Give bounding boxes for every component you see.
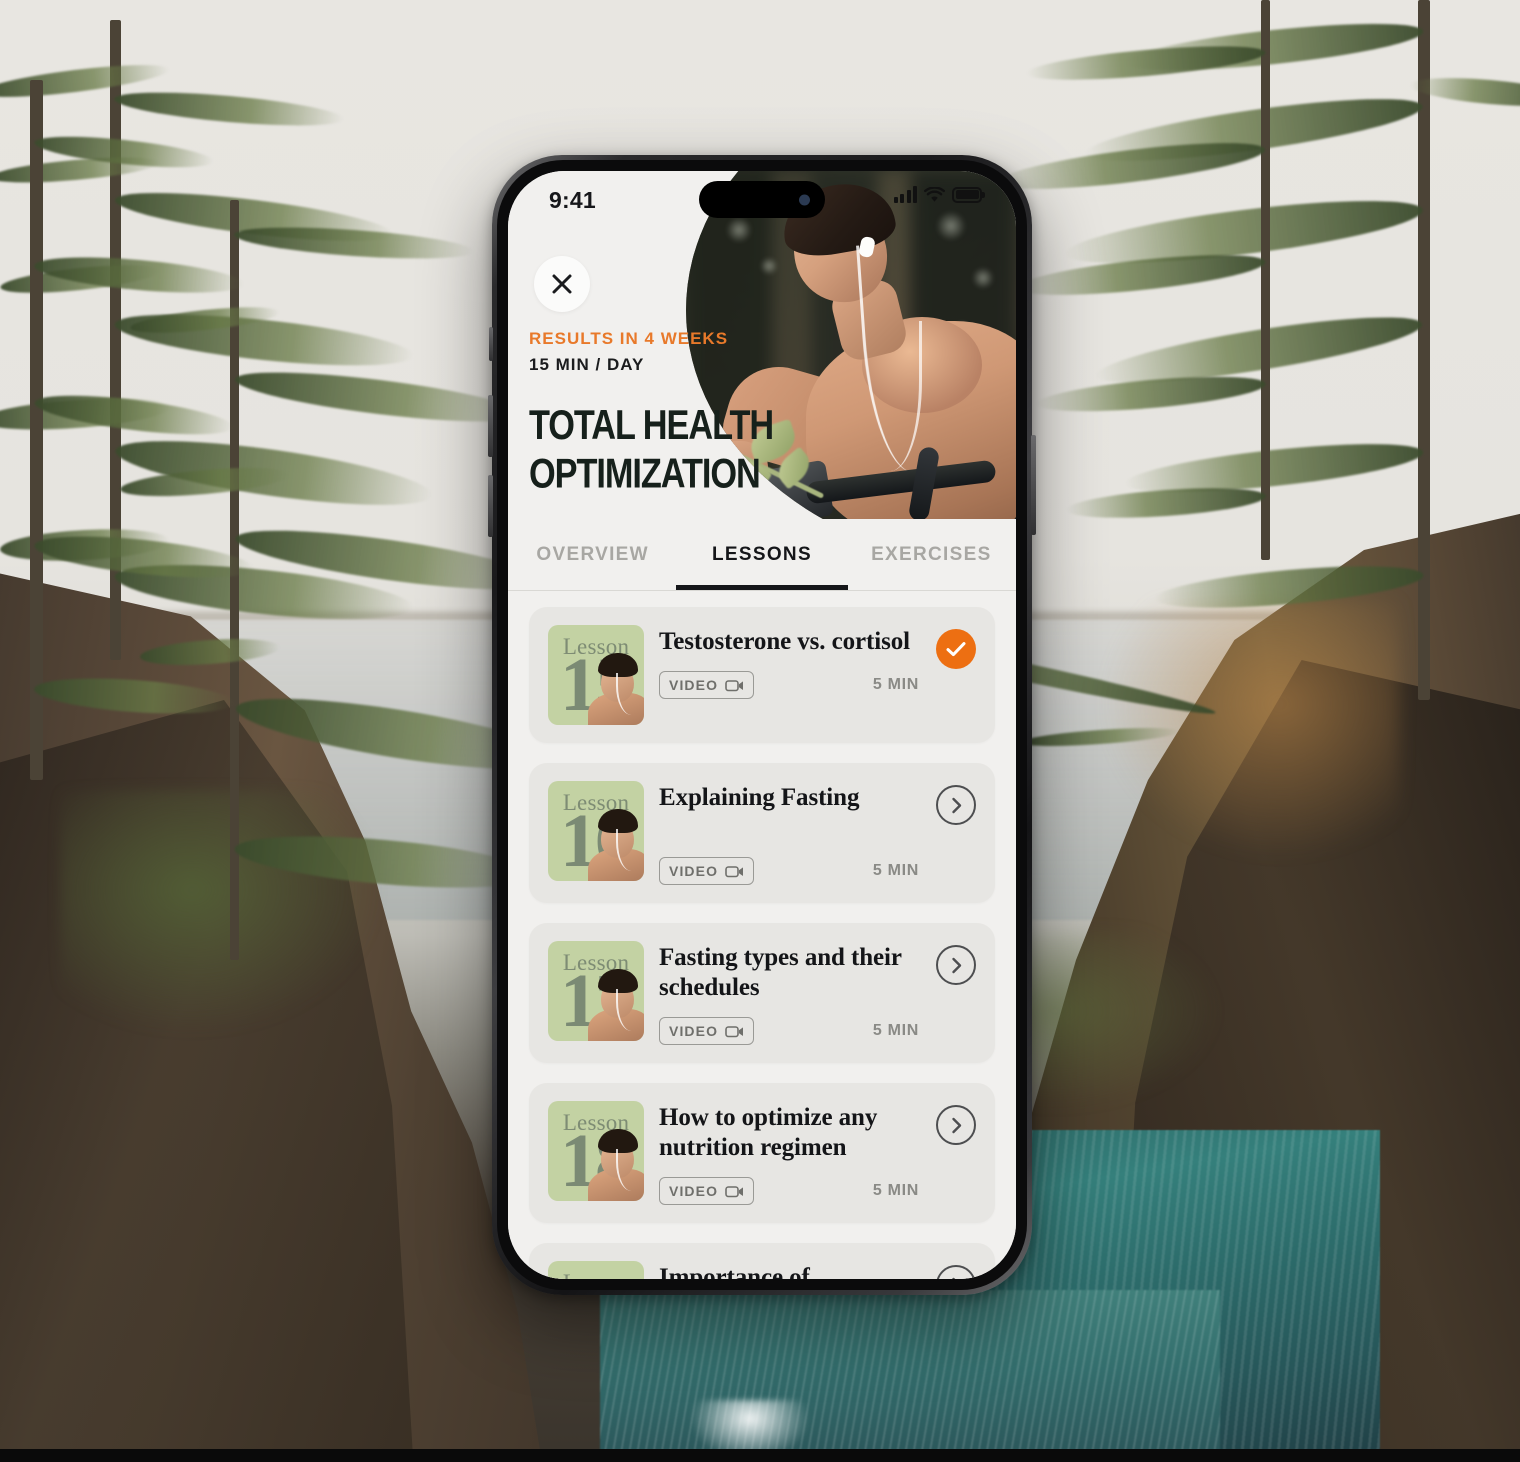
tab-overview[interactable]: OVERVIEW <box>508 519 677 590</box>
lesson-thumb-person <box>588 809 644 881</box>
lesson-card[interactable]: Lesson 18 How to optimize any nutrition … <box>529 1083 995 1223</box>
lesson-meta: VIDEO 5 MIN <box>659 857 921 885</box>
chevron-right-circle-icon[interactable] <box>936 785 976 825</box>
lesson-badge-label: VIDEO <box>669 1023 719 1039</box>
close-x-icon <box>551 273 573 295</box>
hero-subkicker: 15 MIN / DAY <box>529 355 645 374</box>
battery-full-icon <box>952 186 982 203</box>
lesson-thumb-person <box>588 653 644 725</box>
lesson-thumbnail: Lesson <box>548 1261 644 1279</box>
lesson-card-body: Fasting types and their schedules VIDEO <box>659 941 921 1045</box>
lesson-thumb-person <box>588 1129 644 1201</box>
lesson-action[interactable] <box>936 625 976 669</box>
lesson-card-body: How to optimize any nutrition regimen VI… <box>659 1101 921 1205</box>
chevron-right-circle-icon[interactable] <box>936 1265 976 1279</box>
lesson-badge-label: VIDEO <box>669 1183 719 1199</box>
volume-up-button[interactable] <box>488 395 493 457</box>
status-bar: 9:41 <box>508 171 1016 229</box>
lesson-duration: 5 MIN <box>872 862 919 879</box>
lesson-title: Importance of <box>659 1264 810 1279</box>
lesson-type-badge: VIDEO <box>659 857 755 885</box>
lesson-title: How to optimize any nutrition regimen <box>659 1104 878 1161</box>
power-button[interactable] <box>1031 435 1036 535</box>
lesson-thumbnail: Lesson 16 <box>548 781 644 881</box>
phone-bezel: 9:41 RESULTS IN 4 WEEKS 15 MIN / DAY TOT… <box>497 160 1027 1290</box>
lesson-badge-label: VIDEO <box>669 677 719 693</box>
lesson-card-body: Explaining Fasting VIDEO 5 MIN <box>659 781 921 885</box>
lesson-thumbnail: Lesson 18 <box>548 1101 644 1201</box>
lesson-meta: VIDEO 5 MIN <box>659 671 921 699</box>
chevron-right-circle-icon[interactable] <box>936 1105 976 1145</box>
lesson-duration: 5 MIN <box>872 676 919 693</box>
hero-title-line-1: TOTAL HEALTH <box>529 402 774 449</box>
lesson-title: Testosterone vs. cortisol <box>659 628 910 655</box>
tab-exercises[interactable]: EXERCISES <box>847 519 1016 590</box>
lesson-thumbnail: Lesson 17 <box>548 941 644 1041</box>
video-camera-icon <box>725 679 744 692</box>
lesson-title: Fasting types and their schedules <box>659 944 902 1001</box>
dynamic-island <box>699 181 825 218</box>
cellular-signal-icon <box>893 186 917 203</box>
video-camera-icon <box>725 1025 744 1038</box>
hero-title: TOTAL HEALTH OPTIMIZATION <box>529 401 774 498</box>
video-camera-icon <box>725 1185 744 1198</box>
lesson-title: Explaining Fasting <box>659 784 860 811</box>
lesson-card[interactable]: Lesson 16 Explaining Fasting VIDEO 5 MIN <box>529 763 995 903</box>
hero-kicker: RESULTS IN 4 WEEKS <box>529 329 729 348</box>
lesson-type-badge: VIDEO <box>659 671 755 699</box>
lesson-type-badge: VIDEO <box>659 1017 755 1045</box>
lesson-duration: 5 MIN <box>872 1022 919 1039</box>
lesson-list[interactable]: Lesson 15 Testosterone vs. cortisol VIDE… <box>508 591 1016 1279</box>
screenshot-scene: 9:41 RESULTS IN 4 WEEKS 15 MIN / DAY TOT… <box>0 0 1520 1462</box>
lesson-thumb-word: Lesson <box>548 1270 644 1279</box>
close-button[interactable] <box>534 256 590 312</box>
lesson-action[interactable] <box>936 1101 976 1145</box>
chevron-right-circle-icon[interactable] <box>936 945 976 985</box>
hero-text-block: RESULTS IN 4 WEEKS 15 MIN / DAY TOTAL HE… <box>529 329 806 497</box>
tab-lessons[interactable]: LESSONS <box>677 519 846 590</box>
lesson-badge-label: VIDEO <box>669 863 719 879</box>
background-tree-left-3 <box>0 80 256 840</box>
lesson-card-body: Testosterone vs. cortisol VIDEO 5 MIN <box>659 625 921 699</box>
wifi-icon <box>924 186 945 203</box>
lesson-meta: VIDEO 5 MIN <box>659 1177 921 1205</box>
lesson-meta: VIDEO 5 MIN <box>659 1017 921 1045</box>
phone-device: 9:41 RESULTS IN 4 WEEKS 15 MIN / DAY TOT… <box>488 155 1036 1295</box>
lesson-card-body: Importance of <box>659 1261 921 1279</box>
status-icons <box>893 186 982 203</box>
lesson-action[interactable] <box>936 941 976 985</box>
hero-title-line-2: OPTIMIZATION <box>529 450 761 498</box>
video-camera-icon <box>725 865 744 878</box>
lesson-thumb-person <box>588 969 644 1041</box>
bottom-black-bar <box>0 1449 1520 1462</box>
lesson-duration: 5 MIN <box>872 1182 919 1199</box>
lesson-action[interactable] <box>936 1261 976 1279</box>
lesson-action[interactable] <box>936 781 976 825</box>
volume-down-button[interactable] <box>488 475 493 537</box>
mute-switch[interactable] <box>489 327 493 361</box>
lesson-type-badge: VIDEO <box>659 1177 755 1205</box>
tab-bar: OVERVIEW LESSONS EXERCISES <box>508 519 1016 591</box>
check-circle-icon[interactable] <box>936 629 976 669</box>
lesson-card[interactable]: Lesson Importance of <box>529 1243 995 1279</box>
lesson-card[interactable]: Lesson 17 Fasting types and their schedu… <box>529 923 995 1063</box>
status-time: 9:41 <box>549 187 596 213</box>
hero-section: 9:41 RESULTS IN 4 WEEKS 15 MIN / DAY TOT… <box>508 171 1016 519</box>
front-camera-icon <box>799 194 810 205</box>
phone-screen: 9:41 RESULTS IN 4 WEEKS 15 MIN / DAY TOT… <box>508 171 1016 1279</box>
lesson-card[interactable]: Lesson 15 Testosterone vs. cortisol VIDE… <box>529 607 995 743</box>
lesson-thumbnail: Lesson 15 <box>548 625 644 725</box>
